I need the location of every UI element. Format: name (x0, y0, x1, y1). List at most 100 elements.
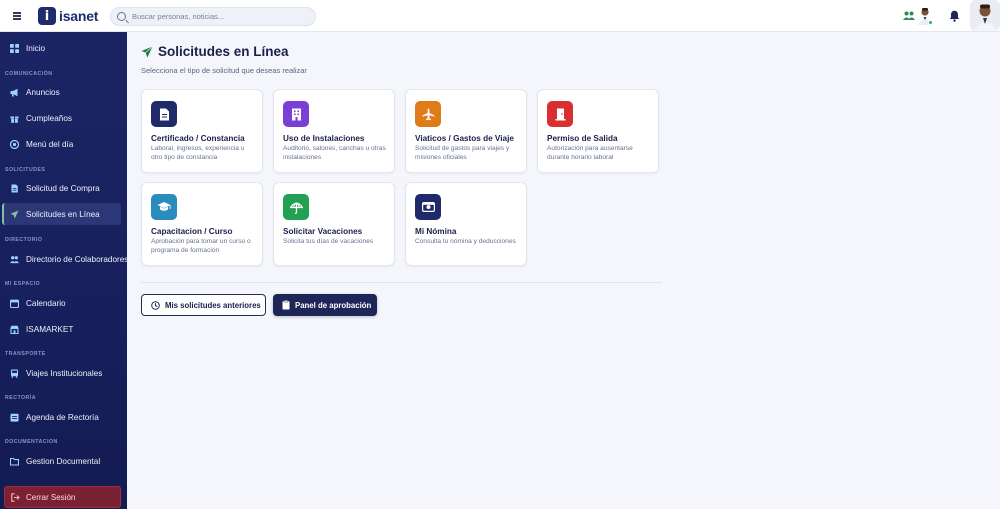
previous-requests-label: Mis solicitudes anteriores (165, 300, 261, 310)
people-icon[interactable] (903, 11, 915, 21)
user-avatar[interactable] (970, 0, 1000, 31)
card-title: Solicitar Vacaciones (283, 227, 363, 236)
logout-button[interactable]: Cerrar Sesión (4, 486, 121, 508)
sidebar-item-solicitud-de-compra[interactable]: Solicitud de Compra (2, 177, 121, 199)
folder-icon (10, 457, 19, 466)
logout-icon (11, 492, 20, 502)
umbrella-icon (283, 194, 309, 220)
sidebar-item-anuncios[interactable]: Anuncios (2, 81, 121, 103)
sidebar-item-label: Agenda de Rectoría (26, 412, 99, 422)
hamburger-icon (13, 15, 21, 17)
page-title: Solicitudes en Línea (158, 44, 289, 59)
menu-toggle-button[interactable] (8, 7, 26, 25)
previous-requests-button[interactable]: Mis solicitudes anteriores (141, 294, 266, 316)
request-card-viaticos[interactable]: Viaticos / Gastos de Viaje Solicitud de … (405, 89, 527, 173)
sidebar-section-documentacion: DOCUMENTACION (5, 439, 58, 445)
building-icon (283, 101, 309, 127)
page-header: Solicitudes en Línea (141, 44, 289, 59)
approval-panel-button[interactable]: Panel de aprobación (273, 294, 377, 316)
calendar-icon (10, 299, 19, 308)
sidebar-section-transporte: TRANSPORTE (5, 351, 46, 357)
sidebar-section-solicitudes: SOLICITUDES (5, 167, 46, 173)
document-icon (10, 184, 19, 193)
dish-icon (10, 139, 19, 149)
search-input[interactable] (132, 12, 302, 21)
sidebar-item-label: Directorio de Colaboradores (26, 254, 129, 264)
card-description: Aprobación para tomar un curso o program… (151, 238, 251, 254)
sidebar-item-agenda-de-rectoria[interactable]: Agenda de Rectoría (2, 406, 121, 428)
app-logo[interactable]: i isanet (38, 7, 98, 25)
request-card-instalaciones[interactable]: Uso de Instalaciones Auditorio, salones,… (273, 89, 395, 173)
sidebar-section-directorio: DIRECTORIO (5, 237, 43, 243)
card-description: Auditorio, salones, canchas u otras inst… (283, 145, 386, 161)
request-card-vacaciones[interactable]: Solicitar Vacaciones Solicita tus días d… (273, 182, 395, 266)
sidebar-item-calendario[interactable]: Calendario (2, 292, 121, 314)
logout-label: Cerrar Sesión (26, 492, 76, 502)
sidebar-item-label: Calendario (26, 298, 66, 308)
sidebar-item-inicio[interactable]: Inicio (2, 37, 121, 59)
card-description: Laboral, ingresos, experiencia u otro ti… (151, 145, 245, 161)
sidebar-item-label: Gestion Documental (26, 456, 101, 466)
sidebar: Inicio COMUNICACIÓN Anuncios Cumpleaños … (0, 32, 128, 509)
request-card-capacitacion[interactable]: Capacitacion / Curso Aprobación para tom… (141, 182, 263, 266)
sidebar-section-comunicacion: COMUNICACIÓN (5, 71, 53, 77)
approval-panel-label: Panel de aprobación (295, 300, 372, 310)
sidebar-item-label: Viajes Institucionales (26, 368, 103, 378)
online-status-dot (928, 20, 933, 25)
sidebar-item-label: Inicio (26, 43, 46, 53)
card-description: Consulta tu nómina y deducciones (415, 238, 516, 245)
sidebar-item-gestion-documental[interactable]: Gestion Documental (2, 450, 121, 472)
card-title: Uso de Instalaciones (283, 134, 365, 143)
card-title: Certificado / Constancia (151, 134, 245, 143)
agenda-icon (10, 413, 19, 422)
send-icon (141, 45, 153, 57)
people-icon (10, 255, 19, 264)
card-description: Solicitud de gastos para viajes y mision… (415, 145, 510, 161)
card-title: Mi Nómina (415, 227, 457, 236)
airplane-icon (415, 101, 441, 127)
bus-icon (10, 369, 19, 378)
top-header: i isanet (0, 0, 1000, 32)
megaphone-icon (10, 88, 19, 97)
door-icon (547, 101, 573, 127)
grid-icon (10, 43, 19, 53)
card-title: Viaticos / Gastos de Viaje (415, 134, 514, 143)
clock-icon (151, 300, 160, 310)
sidebar-item-viajes-institucionales[interactable]: Viajes Institucionales (2, 362, 121, 384)
money-icon (415, 194, 441, 220)
sidebar-item-label: Menú del día (26, 139, 74, 149)
sidebar-item-directorio-de-colaboradores[interactable]: Directorio de Colaboradores (2, 248, 128, 270)
request-card-certificado[interactable]: Certificado / Constancia Laboral, ingres… (141, 89, 263, 173)
sidebar-section-rectoria: RECTORÍA (5, 395, 36, 401)
sidebar-item-cumpleanos[interactable]: Cumpleaños (2, 107, 121, 129)
sidebar-item-label: Solicitudes en Línea (26, 209, 100, 219)
document-icon (151, 101, 177, 127)
page-subtitle: Selecciona el tipo de solicitud que dese… (141, 66, 307, 75)
sidebar-item-label: Solicitud de Compra (26, 183, 100, 193)
clipboard-icon (282, 300, 290, 310)
card-description: Solicita tus días de vacaciones (283, 238, 374, 245)
search-icon (117, 12, 126, 21)
sidebar-item-isamarket[interactable]: ISAMARKET (2, 318, 121, 340)
card-title: Capacitacion / Curso (151, 227, 233, 236)
bell-icon[interactable] (949, 10, 960, 22)
send-icon (10, 210, 19, 219)
sidebar-section-mi-espacio: MI ESPACIO (5, 281, 41, 287)
logo-mark-icon: i (38, 7, 56, 25)
card-title: Permiso de Salida (547, 134, 618, 143)
graduation-cap-icon (151, 194, 177, 220)
card-description: Autorización para ausentarse durante hor… (547, 145, 633, 161)
logo-text: isanet (59, 8, 99, 24)
sidebar-item-label: ISAMARKET (26, 324, 74, 334)
sidebar-item-label: Cumpleaños (26, 113, 72, 123)
user-photo-icon (970, 0, 1000, 31)
store-icon (10, 325, 19, 334)
section-divider (141, 282, 662, 283)
request-card-mi-nomina[interactable]: Mi Nómina Consulta tu nómina y deduccion… (405, 182, 527, 266)
gift-icon (10, 114, 19, 123)
request-card-permiso-de-salida[interactable]: Permiso de Salida Autorización para ause… (537, 89, 659, 173)
sidebar-item-solicitudes-en-linea[interactable]: Solicitudes en Línea (2, 203, 121, 225)
sidebar-item-menu-del-dia[interactable]: Menú del día (2, 133, 121, 155)
sidebar-item-label: Anuncios (26, 87, 60, 97)
search-bar[interactable] (110, 7, 316, 26)
